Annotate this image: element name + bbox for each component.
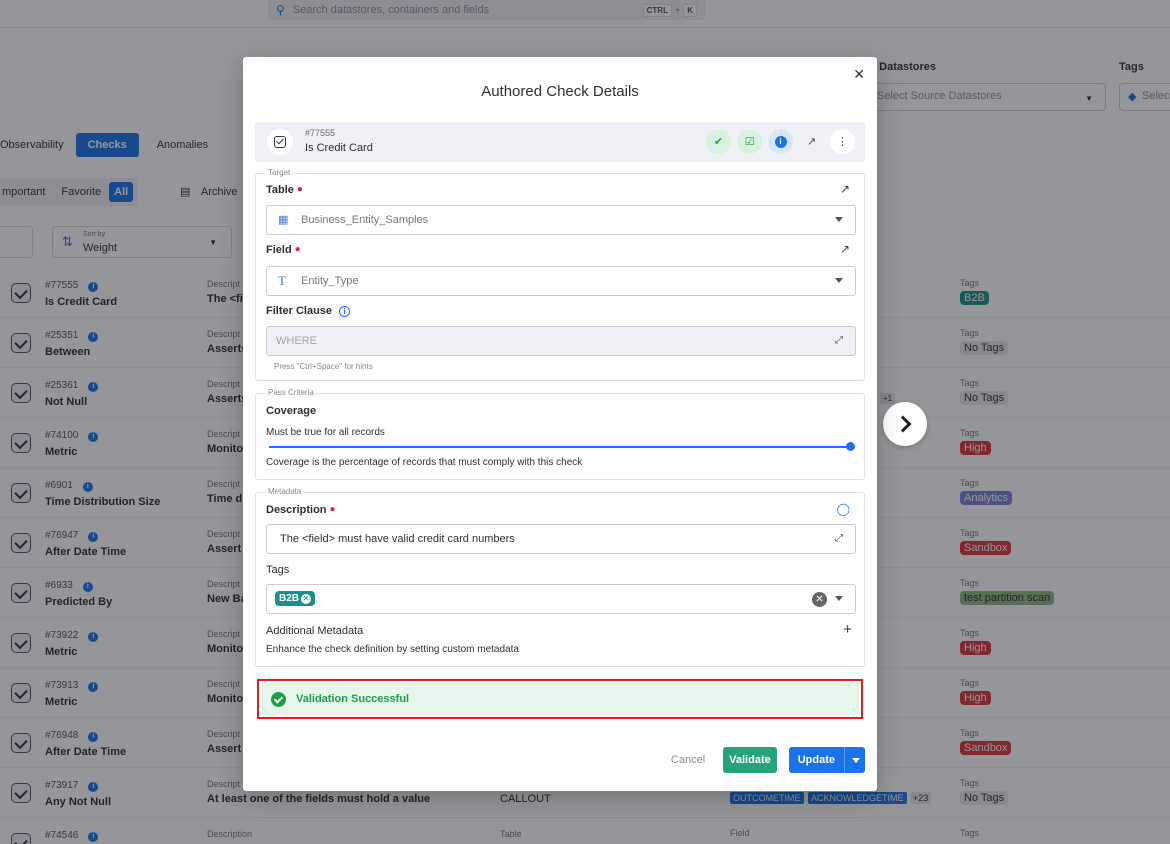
filter-hint: Press "Ctrl+Space" for hints: [274, 362, 373, 371]
check-header: #77555 Is Credit Card ✔ ☑ i ↗ ⋮: [255, 122, 865, 162]
info-icon[interactable]: i: [339, 306, 351, 317]
expand-icon[interactable]: ⤢: [835, 533, 843, 544]
check-header-actions: ✔ ☑ i ↗ ⋮: [706, 129, 855, 154]
coverage-label: Coverage: [266, 405, 317, 417]
field-select[interactable]: T Entity_Type: [266, 266, 856, 296]
authored-check-modal: ✕ Authored Check Details #77555 Is Credi…: [243, 57, 877, 791]
open-table-icon[interactable]: ↗: [840, 182, 850, 196]
table-label: Table ●: [266, 184, 303, 196]
check-type-icon: [267, 129, 293, 155]
description-label: Description ●: [266, 504, 336, 516]
update-button-group: Update: [788, 747, 865, 773]
pass-criteria-legend: Pass Criteria: [266, 388, 316, 397]
tags-label: Tags: [266, 564, 290, 576]
target-section: Target Table ● ↗ ▦ Business_Entity_Sample…: [255, 168, 865, 381]
additional-metadata-label: Additional Metadata: [266, 625, 364, 637]
table-select[interactable]: ▦ Business_Entity_Samples: [266, 205, 856, 235]
open-external-icon[interactable]: ↗: [799, 129, 824, 154]
coverage-help: Coverage is the percentage of records th…: [266, 457, 583, 468]
check-active-icon[interactable]: ✔: [706, 129, 731, 154]
chevron-right-icon: [894, 415, 911, 433]
additional-metadata-help: Enhance the check definition by setting …: [266, 644, 519, 655]
cancel-button[interactable]: Cancel: [665, 748, 711, 772]
coverage-slider-track[interactable]: [269, 446, 850, 448]
metadata-legend: Metadata: [266, 487, 304, 496]
clipboard-check-icon[interactable]: ☑: [737, 129, 762, 154]
info-icon[interactable]: i: [768, 129, 793, 154]
coverage-text: Must be true for all records: [266, 427, 385, 438]
description-input[interactable]: The <field> must have valid credit card …: [266, 524, 856, 554]
field-label: Field ●: [266, 244, 301, 256]
validation-banner: Validation Successful: [257, 679, 863, 719]
tags-input[interactable]: B2B ✕ ✕: [266, 584, 856, 614]
validation-message: Validation Successful: [296, 693, 410, 705]
text-type-icon: T: [278, 273, 286, 288]
description-value: The <field> must have valid credit card …: [280, 533, 515, 545]
add-metadata-icon[interactable]: +: [843, 621, 852, 638]
remove-tag-icon[interactable]: ✕: [301, 593, 312, 604]
lightbulb-icon[interactable]: ◯: [837, 502, 850, 516]
modal-footer: Cancel Validate Update: [665, 747, 865, 773]
modal-title: Authored Check Details: [481, 83, 639, 100]
expand-icon[interactable]: ⤢: [835, 335, 843, 346]
chevron-down-icon[interactable]: [835, 596, 843, 601]
validate-button[interactable]: Validate: [723, 747, 777, 773]
more-options-icon[interactable]: ⋮: [830, 129, 855, 154]
update-dropdown-button[interactable]: [844, 747, 865, 773]
check-id: #77555: [305, 128, 336, 138]
update-button[interactable]: Update: [788, 747, 844, 773]
check-name: Is Credit Card: [305, 142, 373, 154]
table-value: Business_Entity_Samples: [301, 214, 429, 226]
field-value: Entity_Type: [301, 275, 359, 287]
open-field-icon[interactable]: ↗: [840, 242, 850, 256]
next-check-button[interactable]: [883, 402, 927, 446]
filter-clause-input[interactable]: WHERE ⤢: [266, 326, 856, 356]
table-icon: ▦: [278, 214, 289, 226]
filter-placeholder: WHERE: [276, 335, 317, 347]
chevron-down-icon: [835, 217, 843, 222]
close-icon[interactable]: ✕: [853, 66, 865, 83]
chevron-down-icon: [835, 278, 843, 283]
metadata-section: Metadata Description ● ◯ The <field> must…: [255, 487, 865, 667]
coverage-slider-thumb[interactable]: [846, 442, 855, 451]
check-circle-icon: [271, 691, 286, 707]
filter-clause-label: Filter Clause i: [266, 305, 351, 317]
clear-icon[interactable]: ✕: [812, 592, 827, 607]
tag-chip-b2b[interactable]: B2B ✕: [275, 591, 316, 606]
target-legend: Target: [266, 168, 293, 177]
pass-criteria-section: Pass Criteria Coverage Must be true for …: [255, 388, 865, 480]
